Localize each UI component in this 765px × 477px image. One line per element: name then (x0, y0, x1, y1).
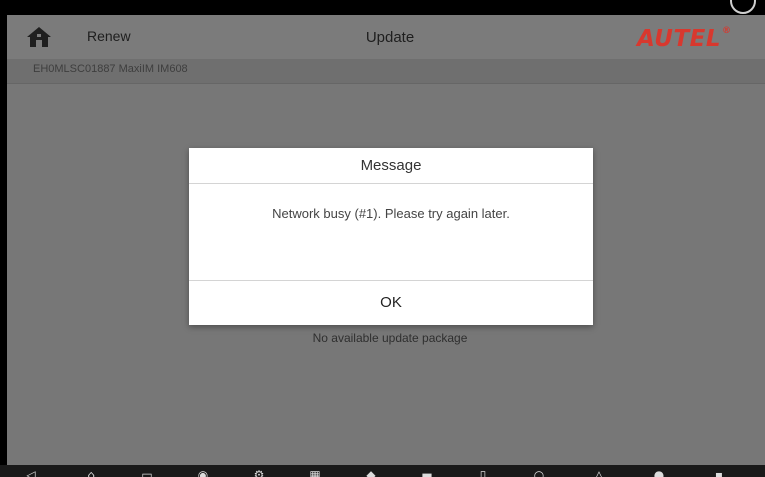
browser-icon[interactable]: ◉ (194, 469, 212, 477)
battery-icon[interactable]: ▪ (710, 469, 728, 477)
message-icon[interactable]: ○ (530, 469, 548, 477)
ok-button[interactable]: OK (189, 281, 593, 325)
renew-button[interactable]: Renew (87, 28, 131, 44)
window-icon[interactable]: ▭ (138, 469, 156, 477)
lock-icon[interactable]: △ (590, 469, 608, 477)
device-info: EH0MLSC01887 MaxiIM IM608 (33, 63, 188, 75)
close-ring (730, 0, 756, 14)
close-icon[interactable] (728, 0, 758, 14)
page-title: Update (365, 29, 415, 46)
device-info-bar: EH0MLSC01887 MaxiIM IM608 (7, 59, 765, 84)
logo-text: AUTEL (637, 26, 721, 52)
back-icon[interactable]: ◁ (22, 469, 40, 477)
autel-logo: AUTEL® (637, 26, 732, 52)
document-icon[interactable]: ▯ (474, 469, 492, 477)
message-dialog: Message Network busy (#1). Please try ag… (189, 148, 593, 325)
dialog-message: Network busy (#1). Please try again late… (272, 206, 510, 221)
screen-icon[interactable]: ▬ (418, 469, 436, 477)
top-bezel (0, 0, 765, 15)
logo-registered-mark: ® (722, 26, 732, 36)
system-nav-bar: ◁ ⌂ ▭ ◉ ⚙ ▦ ◆ ▬ ▯ ○ △ ● ▪ (0, 465, 765, 477)
screen: Renew Update AUTEL® EH0MLSC01887 MaxiIM … (0, 0, 765, 477)
status-icon[interactable]: ● (650, 469, 668, 477)
dialog-title: Message (189, 148, 593, 184)
home-nav-icon[interactable]: ⌂ (82, 469, 100, 477)
grid-icon[interactable]: ▦ (306, 469, 324, 477)
home-button[interactable] (25, 25, 53, 49)
app-header: Renew Update AUTEL® (7, 15, 765, 59)
settings-icon[interactable]: ⚙ (250, 469, 268, 477)
shape-icon[interactable]: ◆ (362, 469, 380, 477)
home-icon (27, 27, 51, 47)
no-update-message: No available update package (312, 331, 468, 345)
